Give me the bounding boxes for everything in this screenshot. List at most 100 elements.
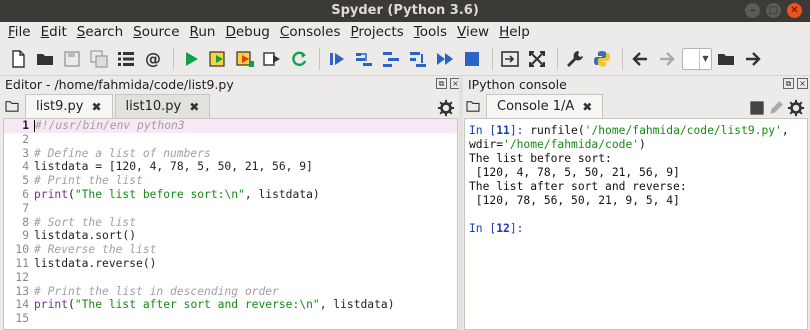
minimize-icon[interactable]: – (745, 3, 760, 18)
code-text: listdata = [120, 4, 78, 5, 50, 21, 56, 9… (34, 160, 313, 174)
menu-file[interactable]: File (4, 22, 37, 42)
working-directory-combo[interactable]: ▼ (682, 47, 712, 70)
menu-help[interactable]: Help (495, 22, 536, 42)
save-icon[interactable] (60, 47, 84, 71)
run-icon[interactable] (179, 47, 203, 71)
code-text: #!/usr/bin/env python3 (34, 119, 185, 132)
clear-console-pencil-icon[interactable] (768, 98, 784, 118)
step-icon[interactable] (352, 47, 376, 71)
prompt-in: In [ (469, 124, 497, 137)
tab-close-icon[interactable]: ✖ (91, 100, 101, 114)
tab-close-icon[interactable]: ✖ (582, 100, 592, 114)
tab-console-1a[interactable]: Console 1/A ✖ (486, 94, 604, 118)
command-text: , (781, 124, 789, 137)
debug-icon[interactable] (325, 47, 349, 71)
python-path-icon[interactable] (590, 47, 614, 71)
ipython-console[interactable]: In [11]: runfile('/home/fahmida/code/lis… (464, 118, 808, 330)
tab-list10[interactable]: list10.py ✖ (114, 94, 211, 118)
line-number: 3 (22, 146, 29, 160)
console-input-line: wdir='/home/fahmida/code') (469, 138, 803, 152)
command-text: wdir= (469, 138, 504, 151)
line-number: 14 (15, 298, 29, 312)
code-line: 3 # Define a list of numbers (4, 147, 457, 161)
code-text: # Define a list of numbers (34, 146, 211, 160)
code-line: 7 (4, 202, 457, 216)
line-number: 15 (15, 312, 29, 326)
code-text: print("The list before sort:\n", listdat… (34, 187, 320, 201)
fullscreen-icon[interactable] (525, 47, 549, 71)
code-line: 12 (4, 271, 457, 285)
forward-arrow-icon[interactable] (655, 47, 679, 71)
chevron-down-icon[interactable]: ▼ (699, 48, 711, 69)
stop-debug-icon[interactable] (460, 47, 484, 71)
menu-tools[interactable]: Tools (410, 22, 453, 42)
run-cell-icon[interactable] (206, 47, 230, 71)
run-cell-advance-icon[interactable] (233, 47, 257, 71)
editor-tab-bar: list9.py ✖ list10.py ✖ (3, 94, 458, 118)
code-editor[interactable]: 1 #!/usr/bin/env python3 2 3 # Define a list… (3, 118, 458, 330)
code-line: 6 print("The list before sort:\n", listda… (4, 188, 457, 202)
close-pane-icon[interactable]: × (797, 78, 808, 89)
run-selection-icon[interactable] (260, 47, 284, 71)
browse-consoles-folder-icon[interactable] (464, 94, 482, 118)
parent-dir-arrow-icon[interactable] (741, 47, 765, 71)
file-list-icon[interactable] (114, 47, 138, 71)
browse-folder-icon[interactable] (714, 47, 738, 71)
tab-list9[interactable]: list9.py ✖ (25, 94, 113, 118)
step-return-icon[interactable] (406, 47, 430, 71)
menu-search[interactable]: Search (73, 22, 129, 42)
tab-close-icon[interactable]: ✖ (189, 100, 199, 114)
maximize-icon[interactable]: □ (766, 3, 781, 18)
maximize-pane-icon[interactable] (498, 47, 522, 71)
command-string: '/home/fahmida/code/list9.py' (584, 124, 782, 137)
console-tab-bar: Console 1/A ✖ (464, 94, 808, 118)
command-text: ) (639, 138, 646, 151)
pane-splitter[interactable] (459, 76, 463, 330)
menu-projects[interactable]: Projects (347, 22, 410, 42)
code-text: # Print the list in descending order (34, 284, 279, 298)
code-text: # Print the list (34, 174, 143, 188)
code-line: 5 # Print the list (4, 174, 457, 188)
at-sign-icon[interactable]: @ (141, 47, 165, 71)
menu-source[interactable]: Source (129, 22, 185, 42)
options-gear-icon[interactable] (787, 98, 805, 118)
step-into-icon[interactable] (379, 47, 403, 71)
line-number: 7 (22, 201, 29, 215)
options-gear-icon[interactable] (437, 98, 455, 118)
menu-view[interactable]: View (453, 22, 495, 42)
menu-edit[interactable]: Edit (37, 22, 73, 42)
svg-text:@: @ (145, 49, 161, 68)
new-file-icon[interactable] (6, 47, 30, 71)
code-line: 2 (4, 133, 457, 147)
open-folder-icon[interactable] (33, 47, 57, 71)
editor-pane-title: Editor - /home/fahmida/code/list9.py (5, 77, 234, 92)
line-number: 11 (15, 256, 29, 270)
command-text: runfile( (530, 124, 585, 137)
code-line: 8 # Sort the list (4, 216, 457, 230)
menu-run[interactable]: Run (186, 22, 222, 42)
menu-debug[interactable]: Debug (221, 22, 275, 42)
preferences-wrench-icon[interactable] (563, 47, 587, 71)
line-number: 5 (22, 174, 29, 188)
code-line: 11 listdata.reverse() (4, 257, 457, 271)
console-input-line: In [12]: (469, 222, 803, 236)
close-icon[interactable]: ✕ (787, 3, 802, 18)
undock-icon[interactable]: ⧉ (783, 78, 794, 89)
line-number: 4 (22, 160, 29, 174)
code-line: 1 #!/usr/bin/env python3 (4, 119, 457, 133)
back-arrow-icon[interactable] (628, 47, 652, 71)
tab-label: list9.py (36, 99, 84, 114)
continue-icon[interactable] (433, 47, 457, 71)
rerun-icon[interactable] (287, 47, 311, 71)
tab-label: Console 1/A (497, 99, 575, 114)
browse-tabs-folder-icon[interactable] (3, 94, 21, 118)
line-number: 12 (15, 270, 29, 284)
undock-icon[interactable]: ⧉ (436, 78, 447, 89)
menu-bar: File Edit Search Source Run Debug Consol… (0, 22, 810, 42)
code-line: 14 print("The list after sort and reverse… (4, 298, 457, 312)
menu-consoles[interactable]: Consoles (276, 22, 347, 42)
toolbar-separator (557, 47, 558, 70)
stop-kernel-icon[interactable] (749, 98, 765, 118)
code-text: # Reverse the list (34, 243, 157, 257)
save-all-icon[interactable] (87, 47, 111, 71)
